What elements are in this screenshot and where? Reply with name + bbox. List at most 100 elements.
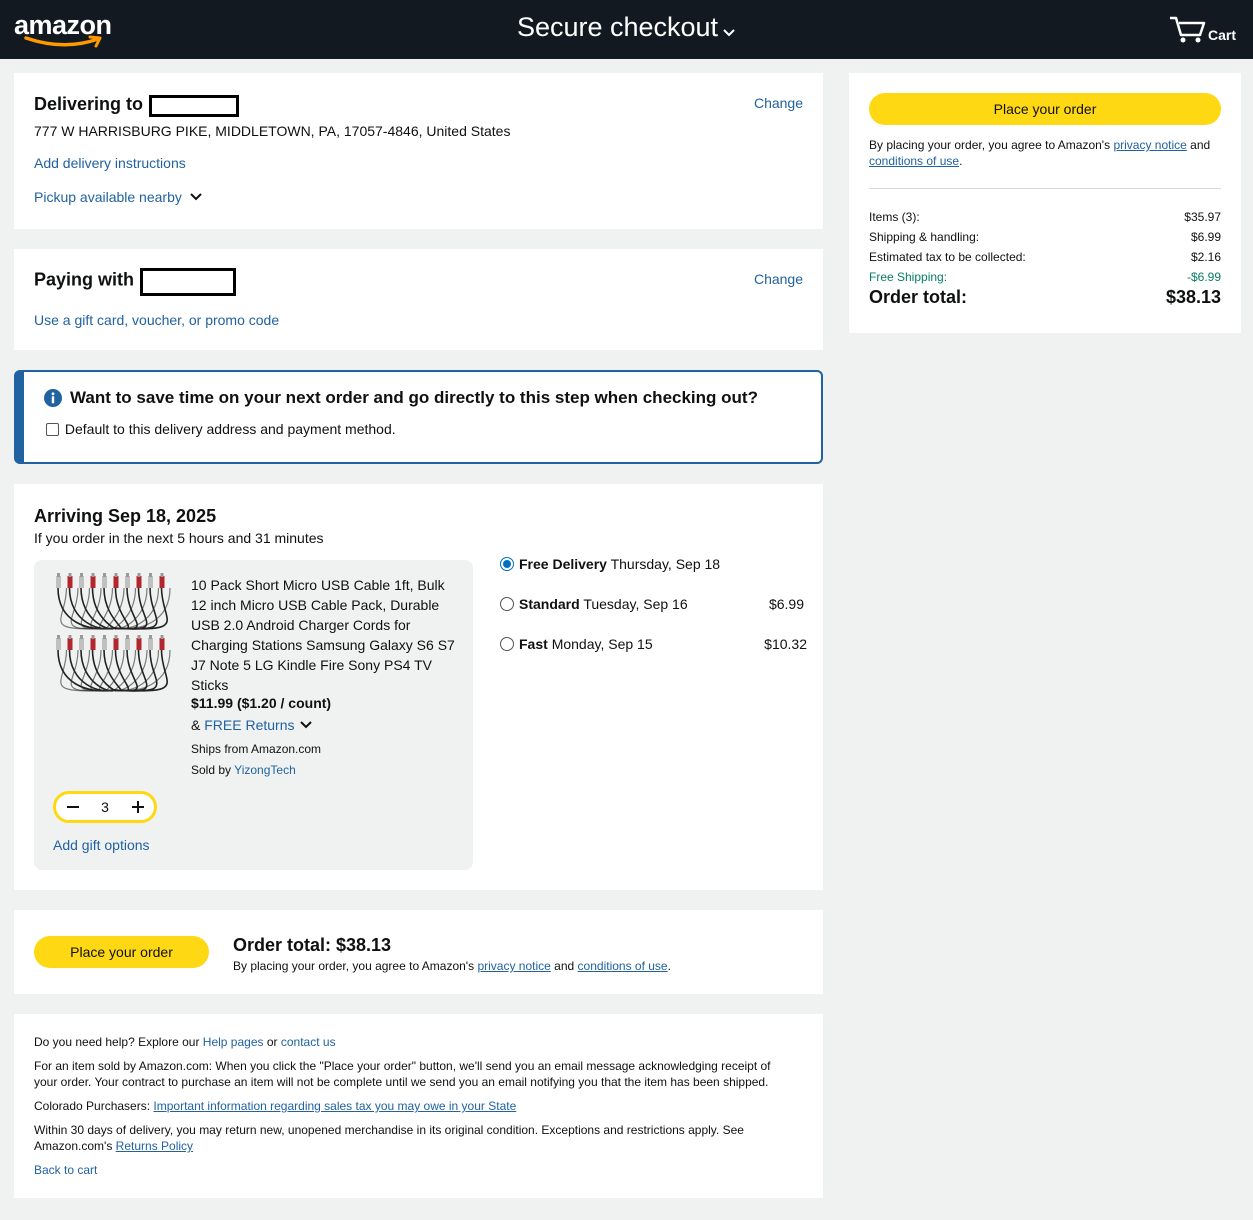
delivery-option-standard[interactable]: Standard Tuesday, Sep 16 $6.99	[500, 596, 810, 616]
product-title[interactable]: 10 Pack Short Micro USB Cable 1ft, Bulk …	[191, 575, 461, 695]
delivery-change-link[interactable]: Change	[754, 95, 803, 111]
returns-prefix: Amazon.com's	[34, 1139, 113, 1153]
add-gift-options-link[interactable]: Add gift options	[53, 837, 150, 853]
arrival-subtext: If you order in the next 5 hours and 31 …	[34, 530, 324, 546]
option-date: Tuesday, Sep 16	[583, 596, 688, 612]
delivery-heading: Delivering to	[34, 94, 144, 114]
add-delivery-instructions-link[interactable]: Add delivery instructions	[34, 155, 186, 171]
product-title-line: Sticks	[191, 677, 229, 693]
delivery-address: 777 W HARRISBURG PIKE, MIDDLETOWN, PA, 1…	[34, 123, 511, 139]
radio-unselected[interactable]	[500, 597, 514, 611]
place-order-button-top[interactable]: Place your order	[869, 93, 1221, 125]
period-text: .	[959, 154, 963, 168]
bottom-order-card: Place your order Order total: $38.13 By …	[14, 910, 823, 994]
privacy-notice-link[interactable]: privacy notice	[1113, 138, 1186, 152]
summary-row-tax: Estimated tax to be collected: $2.16	[869, 250, 1221, 264]
increment-button[interactable]	[131, 800, 145, 817]
conditions-of-use-link[interactable]: conditions of use	[869, 154, 959, 168]
delivery-option-fast[interactable]: Fast Monday, Sep 15 $10.32	[500, 636, 810, 656]
gift-card-link[interactable]: Use a gift card, voucher, or promo code	[34, 312, 279, 328]
pickup-nearby-label: Pickup available nearby	[34, 189, 182, 205]
product-title-line: USB 2.0 Android Charger Cords for	[191, 617, 411, 633]
summary-divider	[869, 188, 1221, 189]
summary-label: Free Shipping:	[869, 270, 948, 284]
place-order-button-bottom[interactable]: Place your order	[34, 936, 209, 968]
returns-policy-link[interactable]: Returns Policy	[116, 1139, 193, 1153]
arrival-card: Arriving Sep 18, 2025 If you order in th…	[14, 484, 823, 890]
chevron-down-icon	[722, 12, 736, 46]
plus-icon	[132, 801, 144, 813]
returns-line: Within 30 days of delivery, you may retu…	[34, 1123, 744, 1137]
agree-text: By placing your order, you agree to Amaz…	[869, 138, 1111, 152]
contact-us-link[interactable]: contact us	[281, 1035, 336, 1049]
info-icon	[44, 389, 62, 410]
back-to-cart-link[interactable]: Back to cart	[34, 1162, 97, 1178]
product-title-line: 10 Pack Short Micro USB Cable 1ft, Bulk	[191, 577, 445, 593]
order-total-label: Order total:	[869, 287, 968, 307]
option-name: Fast	[519, 636, 548, 652]
summary-label: Estimated tax to be collected:	[869, 250, 1026, 264]
redacted-name	[148, 95, 239, 118]
free-returns-toggle[interactable]: & FREE Returns	[191, 717, 313, 733]
option-name: Free Delivery	[519, 556, 607, 572]
free-returns-link: FREE Returns	[204, 717, 295, 733]
radio-selected[interactable]	[500, 557, 514, 571]
or-text: or	[266, 1035, 278, 1049]
cart-icon	[1170, 16, 1206, 43]
cart-label: Cart	[1208, 27, 1237, 43]
quantity-stepper: 3	[53, 791, 157, 823]
colorado-tax-link[interactable]: Important information regarding sales ta…	[153, 1099, 516, 1113]
product-title-line: 12 inch Micro USB Cable Pack, Durable	[191, 597, 440, 613]
radio-unselected[interactable]	[500, 637, 514, 651]
chevron-down-icon	[190, 193, 202, 201]
summary-value: $6.99	[1190, 230, 1221, 244]
returns-line-2: Amazon.com's Returns Policy	[34, 1138, 814, 1154]
product-title-line: J7 Note 5 LG Kindle Fire Sony PS4 TV	[191, 657, 432, 673]
product-image[interactable]	[52, 572, 176, 702]
secure-checkout-label: Secure checkout	[516, 12, 719, 42]
summary-row-free-shipping: Free Shipping: -$6.99	[869, 270, 1221, 284]
bottom-agreement: By placing your order, you agree to Amaz…	[233, 959, 671, 973]
ships-from: Ships from Amazon.com	[191, 742, 322, 756]
default-address-label: Default to this delivery address and pay…	[64, 421, 396, 437]
option-price: $10.32	[764, 636, 807, 652]
returns-text: Within 30 days of delivery, you may retu…	[34, 1122, 814, 1154]
option-date: Monday, Sep 15	[551, 636, 653, 652]
summary-value: $35.97	[1184, 210, 1221, 224]
cart-button[interactable]: Cart	[1169, 14, 1239, 44]
seller-link[interactable]: YizongTech	[234, 763, 296, 777]
contract-line: your order. Your contract to purchase an…	[34, 1075, 769, 1089]
summary-order-total: Order total: $38.13	[869, 287, 1221, 308]
default-address-checkbox-row[interactable]: Default to this delivery address and pay…	[46, 421, 396, 437]
footer-card: Do you need help? Explore our Help pages…	[14, 1014, 823, 1198]
summary-label: Items (3):	[869, 210, 920, 224]
conditions-of-use-link[interactable]: conditions of use	[578, 959, 668, 973]
save-time-alert: Want to save time on your next order and…	[14, 370, 823, 464]
payment-card: Paying with Change Use a gift card, vouc…	[14, 249, 823, 350]
summary-agreement: By placing your order, you agree to Amaz…	[869, 137, 1225, 169]
agree-text: By placing your order, you agree to Amaz…	[233, 959, 475, 973]
summary-row-items: Items (3): $35.97	[869, 210, 1221, 224]
summary-value: $2.16	[1190, 250, 1221, 264]
help-pages-link[interactable]: Help pages	[203, 1035, 264, 1049]
and-text: and	[554, 959, 575, 973]
colorado-row: Colorado Purchasers: Important informati…	[34, 1098, 516, 1114]
delivery-option-free[interactable]: Free Delivery Thursday, Sep 18	[500, 556, 810, 576]
order-contract-text: For an item sold by Amazon.com: When you…	[34, 1058, 814, 1090]
default-address-checkbox[interactable]	[46, 423, 59, 436]
and-text: and	[1190, 138, 1211, 152]
product-box: 10 Pack Short Micro USB Cable 1ft, Bulk …	[34, 560, 473, 870]
sold-by-prefix: Sold by	[191, 763, 232, 777]
pickup-nearby-toggle[interactable]: Pickup available nearby	[34, 189, 202, 205]
privacy-notice-link[interactable]: privacy notice	[477, 959, 550, 973]
secure-checkout-title[interactable]: Secure checkout	[0, 10, 1253, 46]
chevron-down-icon	[300, 721, 313, 729]
product-title-line: Charging Stations Samsung Galaxy S6 S7	[191, 637, 455, 653]
payment-change-link[interactable]: Change	[754, 271, 803, 287]
option-price: $6.99	[768, 596, 804, 612]
payment-heading-row: Paying with	[34, 268, 236, 296]
bottom-order-total: Order total: $38.13	[233, 935, 392, 955]
summary-value: -$6.99	[1186, 270, 1221, 284]
delivery-heading-row: Delivering to	[34, 94, 239, 118]
summary-row-shipping: Shipping & handling: $6.99	[869, 230, 1221, 244]
